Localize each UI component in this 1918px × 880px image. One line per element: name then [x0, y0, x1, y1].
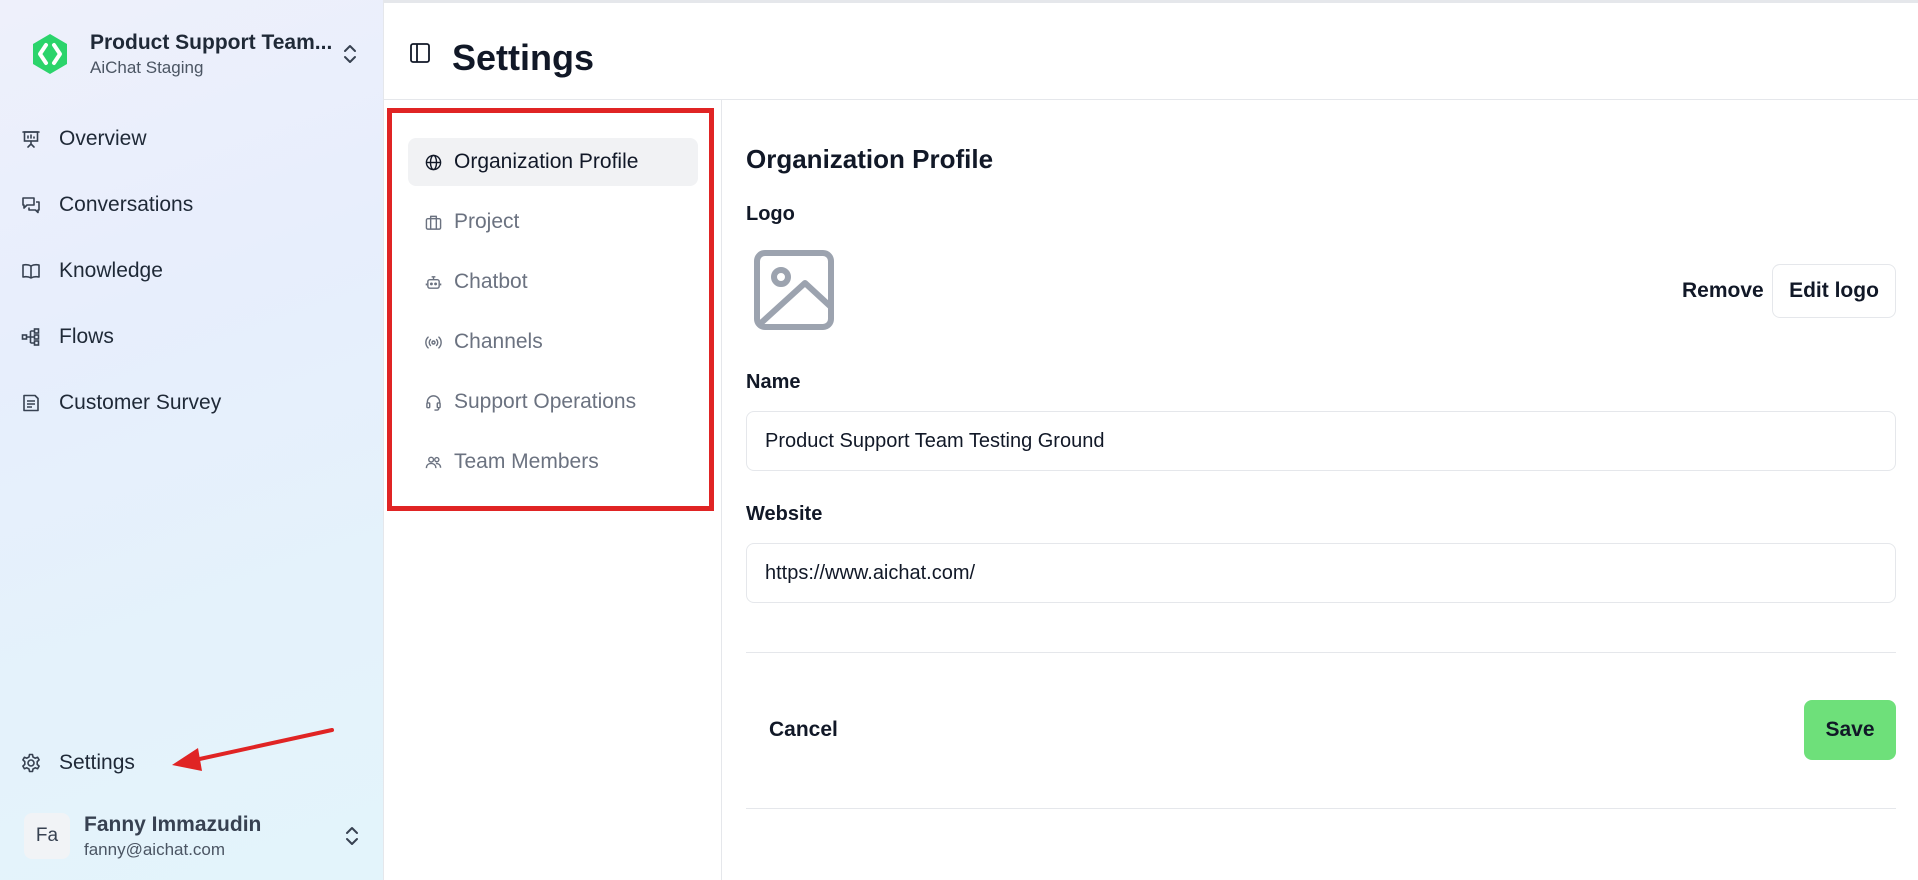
book-open-icon: [20, 260, 42, 282]
website-field[interactable]: [746, 543, 1896, 603]
logo-label: Logo: [746, 203, 795, 225]
users-icon: [424, 453, 442, 471]
section-title: Organization Profile: [746, 144, 994, 174]
name-field[interactable]: [746, 411, 1896, 471]
settings-tab-support-operations[interactable]: Support Operations: [408, 378, 698, 426]
user-email: fanny@aichat.com: [84, 839, 226, 859]
name-label: Name: [746, 371, 801, 393]
sidebar-toggle-icon[interactable]: [408, 41, 432, 65]
settings-tab-label: Support Operations: [454, 390, 637, 413]
page-title: Settings: [452, 37, 595, 78]
org-environment: AiChat Staging: [90, 57, 204, 77]
briefcase-icon: [424, 213, 442, 231]
divider: [746, 652, 1896, 653]
settings-tab-channels[interactable]: Channels: [408, 318, 698, 366]
sidebar-item-knowledge[interactable]: Knowledge: [20, 250, 364, 292]
sidebar-item-label: Flows: [59, 325, 114, 348]
messages-icon: [20, 194, 42, 216]
remove-logo-button[interactable]: Remove: [1666, 264, 1780, 318]
headset-icon: [424, 393, 442, 411]
settings-tab-label: Chatbot: [454, 270, 528, 293]
divider: [746, 808, 1896, 809]
annotation-arrow: [172, 728, 334, 771]
edit-logo-button[interactable]: Edit logo: [1772, 264, 1896, 318]
sidebar-item-conversations[interactable]: Conversations: [20, 184, 364, 226]
user-switcher[interactable]: Fa Fanny Immazudin fanny@aichat.com: [24, 808, 364, 864]
website-label: Website: [746, 503, 823, 525]
sidebar-item-label: Overview: [59, 127, 147, 150]
aichat-logo-icon: [22, 26, 78, 82]
sidebar-item-label: Conversations: [59, 193, 194, 216]
survey-icon: [20, 392, 42, 414]
flow-icon: [20, 326, 42, 348]
gear-icon: [20, 752, 42, 774]
cancel-button[interactable]: Cancel: [746, 700, 861, 760]
sidebar-item-overview[interactable]: Overview: [20, 118, 364, 160]
globe-icon: [424, 153, 442, 171]
settings-tab-label: Channels: [454, 330, 543, 353]
presentation-icon: [20, 128, 42, 150]
sidebar-item-flows[interactable]: Flows: [20, 316, 364, 358]
org-name: Product Support Team...: [90, 30, 333, 54]
chevrons-up-down-icon: [338, 42, 362, 66]
save-button[interactable]: Save: [1804, 700, 1896, 760]
settings-tab-project[interactable]: Project: [408, 198, 698, 246]
sidebar-item-settings[interactable]: Settings: [20, 742, 135, 784]
sidebar-nav: Overview Conversations Knowledge Flows C…: [20, 118, 364, 448]
user-name: Fanny Immazudin: [84, 812, 262, 836]
page-header: Settings: [384, 0, 1918, 100]
sidebar-item-label: Knowledge: [59, 259, 163, 282]
settings-nav: Organization Profile Project Chatbot Cha…: [408, 138, 698, 498]
chevrons-up-down-icon: [340, 824, 364, 848]
organization-profile-form: Organization Profile Logo Remove Edit lo…: [746, 100, 1896, 880]
settings-tab-label: Project: [454, 210, 520, 233]
settings-tab-team-members[interactable]: Team Members: [408, 438, 698, 486]
settings-tab-organization-profile[interactable]: Organization Profile: [408, 138, 698, 186]
settings-tab-chatbot[interactable]: Chatbot: [408, 258, 698, 306]
sidebar-settings-label: Settings: [59, 751, 135, 774]
settings-tab-label: Organization Profile: [454, 150, 639, 173]
avatar: Fa: [24, 813, 70, 859]
sidebar-item-label: Customer Survey: [59, 391, 222, 414]
org-switcher[interactable]: Product Support Team... AiChat Staging: [22, 24, 362, 84]
settings-tab-label: Team Members: [454, 450, 599, 473]
bot-icon: [424, 273, 442, 291]
radio-icon: [424, 333, 442, 351]
sidebar-item-customer-survey[interactable]: Customer Survey: [20, 382, 364, 424]
image-placeholder-icon: [751, 247, 837, 333]
